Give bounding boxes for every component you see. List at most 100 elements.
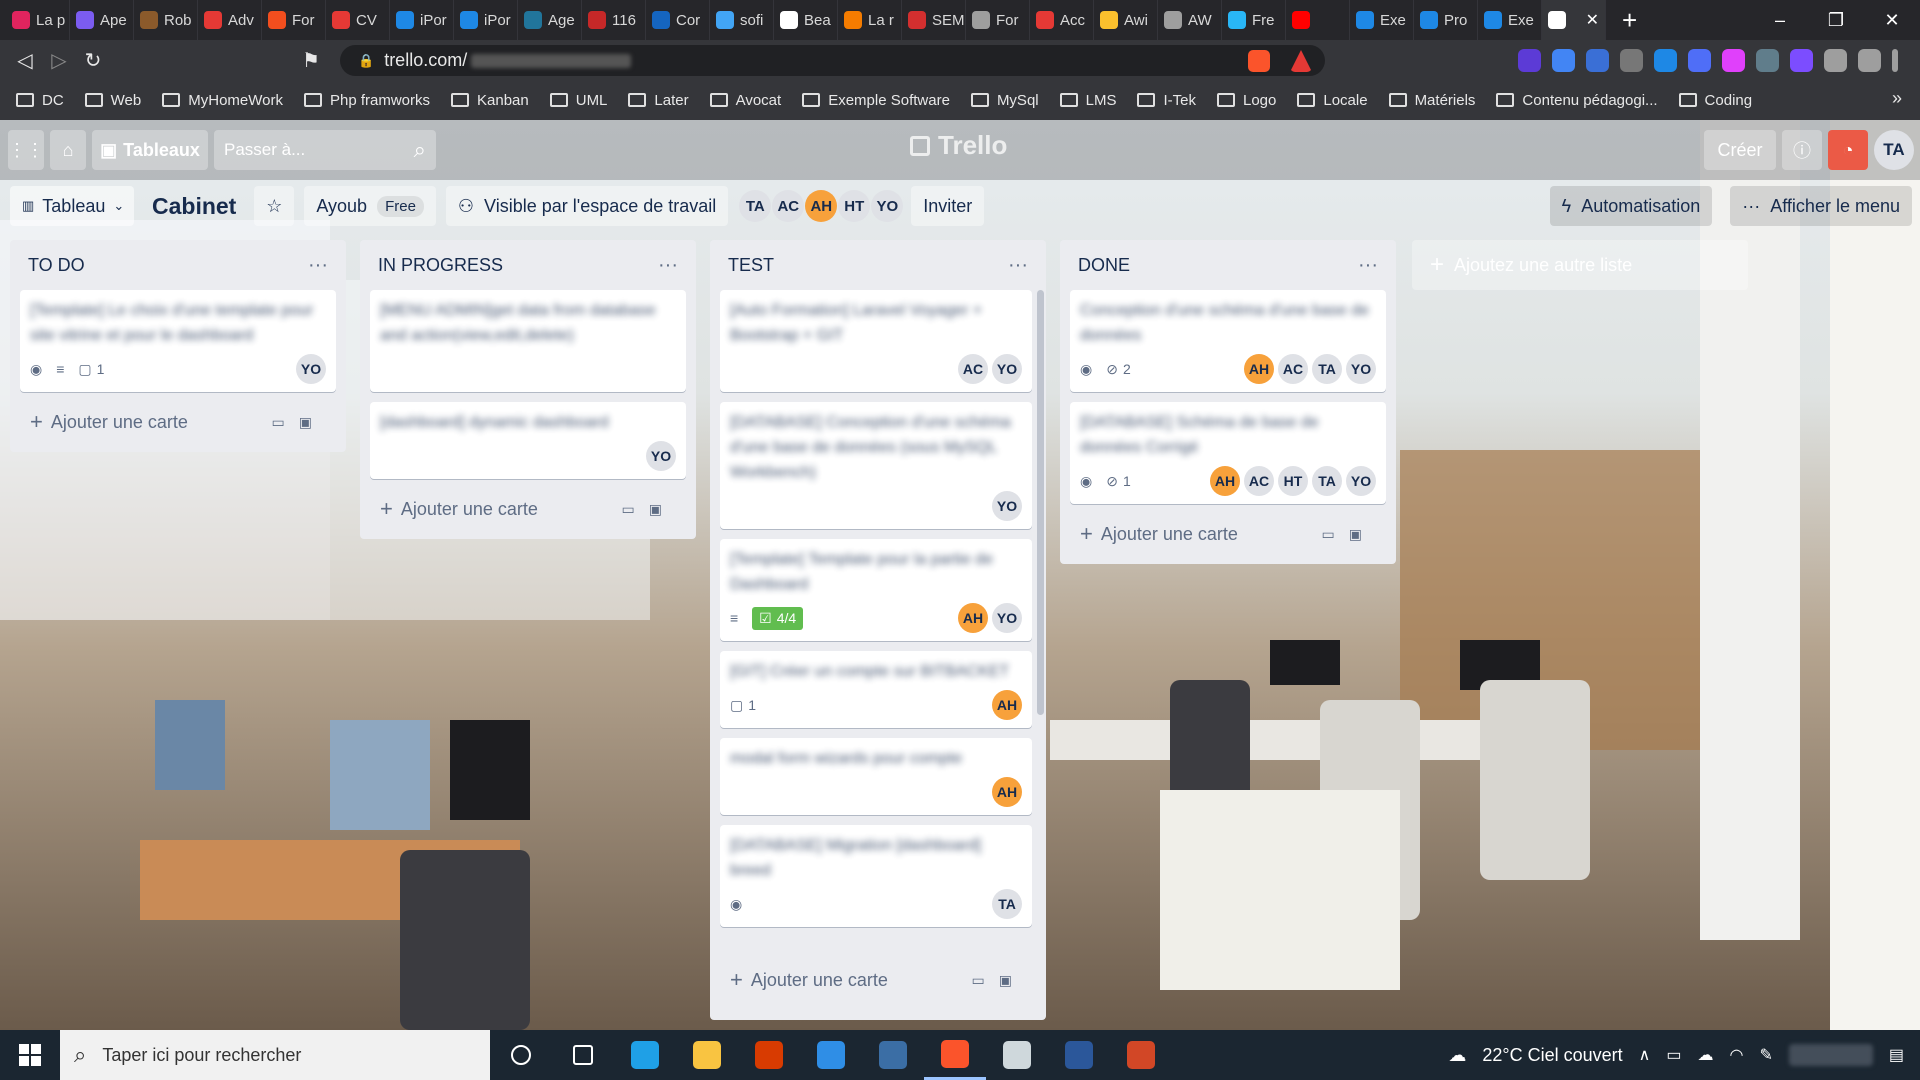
bookmark-folder[interactable]: Kanban	[451, 92, 529, 109]
taskbar-app-widgets[interactable]	[552, 1030, 614, 1080]
taskbar-app-file-explorer[interactable]	[676, 1030, 738, 1080]
browser-tab[interactable]: Fre	[1222, 0, 1286, 40]
star-icon[interactable]: ☆	[254, 186, 295, 226]
extension-icon[interactable]	[1756, 48, 1779, 72]
taskbar-search[interactable]: ⌕ Taper ici pour rechercher	[60, 1030, 490, 1080]
member-avatar[interactable]: AH	[992, 777, 1022, 807]
browser-tab[interactable]: Pro	[1414, 0, 1478, 40]
card[interactable]: [DATABASE] Schéma de base de données Cor…	[1070, 402, 1386, 504]
member-avatar[interactable]: YO	[646, 441, 676, 471]
show-menu-button[interactable]: ··· Afficher le menu	[1730, 186, 1912, 226]
camera-icon[interactable]	[1620, 48, 1643, 72]
bookmark-folder[interactable]: I-Tek	[1137, 92, 1196, 109]
taskbar-app-brave[interactable]	[924, 1030, 986, 1080]
extension-icon[interactable]	[1722, 48, 1745, 72]
member-avatar[interactable]: AC	[958, 354, 988, 384]
card[interactable]: [DATABASE] Conception d'une schéma d'une…	[720, 402, 1032, 529]
tab-close-icon[interactable]: ✕	[1586, 10, 1599, 30]
member-avatar[interactable]: YO	[992, 603, 1022, 633]
browser-tab[interactable]: iPor	[454, 0, 518, 40]
list-title[interactable]: IN PROGRESS	[378, 255, 503, 276]
card[interactable]: [Template] Le choix d'une template pour …	[20, 290, 336, 392]
workspace-button[interactable]: Ayoub Free	[304, 186, 436, 226]
bookmark-folder[interactable]: Web	[84, 92, 141, 109]
taskbar-app-office[interactable]	[738, 1030, 800, 1080]
bookmark-folder[interactable]: LMS	[1059, 92, 1116, 109]
member-avatar[interactable]: AC	[1278, 354, 1308, 384]
taskbar-app-vscode[interactable]	[800, 1030, 862, 1080]
apps-grid-icon[interactable]: ⋮⋮	[8, 130, 44, 170]
wifi-icon[interactable]: ◠	[1730, 1045, 1744, 1065]
browser-tab[interactable]: iPor	[390, 0, 454, 40]
bookmark-folder[interactable]: MyHomeWork	[162, 92, 283, 109]
member-avatar[interactable]: YO	[992, 354, 1022, 384]
create-button[interactable]: Créer	[1704, 130, 1776, 170]
browser-tab[interactable]: Cor	[646, 0, 710, 40]
chevron-up-icon[interactable]: ∧	[1639, 1045, 1651, 1065]
search-input[interactable]: Passer à... ⌕	[214, 130, 436, 170]
browser-tab[interactable]: Adv	[198, 0, 262, 40]
board-title[interactable]: Cabinet	[144, 186, 244, 226]
member-avatar[interactable]: AH	[958, 603, 988, 633]
bookmark-folder[interactable]: Php framworks	[303, 92, 430, 109]
board-view-switcher[interactable]: ▥ Tableau ⌄	[10, 186, 134, 226]
browser-tab[interactable]: La p	[6, 0, 70, 40]
extension-icon[interactable]	[1586, 48, 1609, 72]
bookmark-icon[interactable]: ⚑	[294, 48, 328, 73]
taskbar-app-edge[interactable]	[614, 1030, 676, 1080]
member-avatar[interactable]: AC	[772, 190, 805, 222]
user-avatar[interactable]: TA	[1874, 130, 1914, 170]
member-avatar[interactable]: YO	[992, 491, 1022, 521]
invite-button[interactable]: Inviter	[911, 186, 985, 226]
boards-button[interactable]: ▣ Tableaux	[92, 130, 208, 170]
info-icon[interactable]: ⓘ	[1782, 130, 1822, 170]
bookmark-folder[interactable]: Matériels	[1388, 92, 1475, 109]
member-avatar[interactable]: TA	[992, 889, 1022, 919]
taskbar-app-powerpoint[interactable]	[1110, 1030, 1172, 1080]
bookmark-folder[interactable]: Exemple Software	[802, 92, 950, 109]
list-menu-icon[interactable]: ···	[1008, 254, 1028, 277]
taskbar-app-tool[interactable]	[862, 1030, 924, 1080]
list-title[interactable]: DONE	[1078, 255, 1130, 276]
browser-tab[interactable]: sofi	[710, 0, 774, 40]
browser-tab[interactable]: Acc	[1030, 0, 1094, 40]
taskbar-app-task-view[interactable]	[490, 1030, 552, 1080]
extension-icon[interactable]	[1790, 48, 1813, 72]
card[interactable]: [Auto Formation] Laravel Voyager + Boots…	[720, 290, 1032, 392]
card[interactable]: [MENU ADMIN]get data from database and a…	[370, 290, 686, 392]
card[interactable]: Conception d'une schéma d'une base de do…	[1070, 290, 1386, 392]
puzzle-icon[interactable]	[1824, 48, 1847, 72]
card-template-icon[interactable]: ▭▣	[972, 972, 1026, 989]
browser-tab[interactable]: Ape	[70, 0, 134, 40]
restore-icon[interactable]: ❐	[1808, 10, 1864, 31]
reload-icon[interactable]: ↻	[76, 48, 110, 73]
brave-shield-icon[interactable]	[1248, 50, 1270, 72]
translate-icon[interactable]	[1552, 48, 1575, 72]
card[interactable]: [DATABASE] Migration [dashboard] breed ◉ T…	[720, 825, 1032, 927]
bookmark-folder[interactable]: Locale	[1297, 92, 1368, 109]
add-card-button[interactable]: + Ajouter une carte ▭▣	[720, 960, 1036, 1000]
member-avatar[interactable]: TA	[1312, 466, 1342, 496]
back-icon[interactable]: ◁	[8, 48, 42, 73]
browser-tab[interactable]: 116	[582, 0, 646, 40]
member-avatar[interactable]: YO	[871, 190, 904, 222]
home-icon[interactable]: ⌂	[50, 130, 86, 170]
visibility-button[interactable]: ⚇ Visible par l'espace de travail	[445, 186, 729, 226]
browser-tab[interactable]	[1286, 0, 1350, 40]
bookmark-folder[interactable]: Contenu pédagogi...	[1496, 92, 1658, 109]
cloud-icon[interactable]: ☁	[1698, 1045, 1714, 1065]
add-list-button[interactable]: + Ajoutez une autre liste	[1412, 240, 1748, 290]
member-avatar[interactable]: AC	[1244, 466, 1274, 496]
notifications-icon[interactable]: ▤	[1889, 1045, 1904, 1065]
minimize-icon[interactable]: –	[1752, 10, 1808, 31]
playlist-icon[interactable]	[1858, 48, 1881, 72]
add-card-button[interactable]: + Ajouter une carte ▭▣	[1070, 514, 1386, 554]
browser-tab[interactable]: Rob	[134, 0, 198, 40]
extension-icon[interactable]	[1654, 48, 1677, 72]
member-avatar[interactable]: YO	[1346, 466, 1376, 496]
list-scrollbar[interactable]	[1037, 290, 1044, 715]
bookmark-folder[interactable]: DC	[16, 92, 64, 109]
browser-tab[interactable]: For	[262, 0, 326, 40]
bookmark-folder[interactable]: Logo	[1216, 92, 1276, 109]
browser-tab[interactable]: Awi	[1094, 0, 1158, 40]
